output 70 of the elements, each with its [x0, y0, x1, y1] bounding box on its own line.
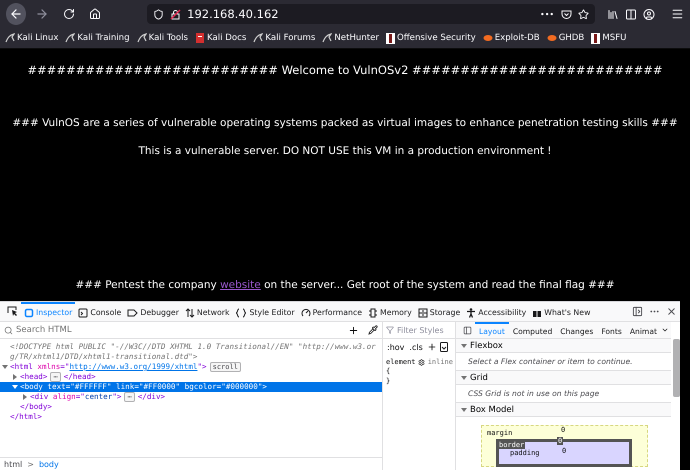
reload-icon [62, 8, 75, 20]
twisty-icon[interactable] [461, 342, 467, 348]
star-icon[interactable] [578, 8, 590, 20]
dragon-icon [322, 33, 332, 43]
intro-text: ### VulnOS are a series of vulnerable operating systems packed as virtual images to enhance penetration testing skills ### [11, 117, 679, 129]
twisty-icon[interactable] [2, 364, 8, 370]
bookmark-link[interactable]: GHDB [546, 33, 584, 43]
home-icon [88, 8, 101, 20]
bookmark-link[interactable]: Kali Linux [5, 33, 58, 43]
section-header[interactable]: Box Model [456, 403, 671, 417]
section-header[interactable]: Flexbox [456, 339, 671, 353]
bookmark-link[interactable]: Kali Tools [136, 33, 188, 43]
sidebar-icon[interactable] [625, 8, 638, 20]
tag-shape-icon [127, 308, 138, 318]
breadcrumb-link[interactable]: body [38, 460, 59, 468]
account-icon[interactable] [643, 8, 656, 20]
braces-icon [235, 308, 248, 318]
search-icon [4, 326, 13, 334]
twisty-icon[interactable] [461, 374, 467, 380]
page-heading: ########################## Welcome to VulnOSv2 ########################## [26, 63, 664, 77]
filter-icon [386, 326, 394, 334]
url-text[interactable]: 192.168.40.162 [187, 7, 533, 21]
bug-icon [482, 34, 493, 42]
address-bar[interactable]: 192.168.40.162 ••• [147, 4, 596, 24]
shield-icon[interactable] [153, 8, 164, 20]
twisty-icon[interactable] [22, 394, 28, 400]
dragon-icon [253, 33, 264, 43]
bug-icon [546, 34, 557, 42]
gauge-icon [300, 308, 311, 318]
breadcrumb-separator: > [27, 460, 34, 468]
eyedropper-icon[interactable] [368, 325, 378, 335]
up-down-arrows-icon [184, 308, 195, 318]
dragon-icon [136, 33, 147, 43]
dragon-icon [65, 33, 76, 43]
bookmark-link[interactable]: Exploit-DB [482, 33, 540, 43]
caret-icon[interactable] [660, 326, 669, 334]
website-link[interactable]: website [220, 279, 261, 291]
bookmark-link[interactable]: Offensive Security [386, 32, 476, 44]
dragon-icon [5, 33, 15, 43]
back-button[interactable] [6, 3, 26, 25]
bookmark-link[interactable]: Kali Training [65, 33, 130, 43]
terminal-icon [78, 308, 88, 318]
twisty-icon[interactable] [12, 384, 18, 390]
add-rule-icon[interactable] [426, 342, 437, 352]
page-actions-button[interactable]: ••• [538, 10, 556, 18]
warning-text: This is a vulnerable server. DO NOT USE this VM in a production environment ! [137, 145, 553, 157]
bookmark-link[interactable]: Kali Forums [253, 33, 316, 43]
classes-button[interactable]: .cls [408, 342, 424, 352]
footer-text: ### Pentest the company website on the server... Get root of the system and read the final flag ### [74, 279, 616, 291]
bookmark-link[interactable]: NetHunter [322, 33, 379, 43]
gear-icon[interactable] [418, 358, 426, 366]
add-node-icon[interactable] [348, 324, 359, 336]
bookmark-link[interactable]: Kali Docs [195, 33, 246, 43]
twisty-icon[interactable] [12, 374, 18, 380]
insecure-lock-icon[interactable] [170, 8, 182, 20]
storage-icon [418, 308, 428, 318]
hover-states-button[interactable]: :hov [386, 342, 406, 352]
document-icon[interactable] [440, 342, 448, 352]
menu-icon[interactable] [671, 7, 684, 21]
breadcrumb-link[interactable]: html [4, 460, 22, 468]
section-header[interactable]: Grid [456, 371, 671, 385]
library-icon[interactable] [607, 8, 620, 20]
pocket-icon[interactable] [561, 8, 572, 20]
person-icon [466, 308, 476, 318]
twisty-icon[interactable] [461, 406, 467, 412]
document-icon [195, 33, 206, 43]
scrollbar-thumb[interactable] [673, 339, 680, 397]
square-icon [24, 308, 34, 318]
chip-icon [368, 308, 378, 318]
bookmark-link[interactable]: MSFU [591, 32, 626, 44]
